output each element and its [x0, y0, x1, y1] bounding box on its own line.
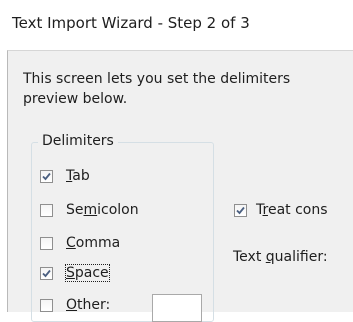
checkbox-box[interactable]: [40, 169, 53, 183]
checkbox-box[interactable]: [234, 203, 247, 217]
semicolon-label: Semicolon: [66, 202, 139, 218]
semicolon-checkbox[interactable]: Semicolon: [40, 199, 139, 221]
treat-consecutive-checkbox[interactable]: Treat cons: [234, 199, 328, 221]
space-checkbox[interactable]: Space: [40, 262, 110, 284]
intro-text: This screen lets you set the delimiters …: [23, 69, 353, 109]
title-bar: Text Import Wizard - Step 2 of 3: [0, 0, 353, 50]
text-qualifier-label: Text qualifier:: [233, 249, 328, 265]
space-label: Space: [65, 264, 110, 282]
comma-label: Comma: [66, 235, 121, 251]
checkbox-box[interactable]: [40, 203, 53, 217]
delimiters-group-label: Delimiters: [38, 132, 118, 150]
treat-consecutive-label: Treat cons: [256, 202, 328, 218]
checkmark-icon: [236, 206, 245, 214]
other-delimiter-input[interactable]: [152, 294, 202, 322]
tab-checkbox[interactable]: Tab: [40, 165, 90, 187]
tab-label: Tab: [66, 168, 90, 184]
other-label: Other:: [66, 297, 111, 313]
checkmark-icon: [42, 172, 51, 180]
window-title: Text Import Wizard - Step 2 of 3: [12, 14, 250, 32]
checkbox-box[interactable]: [40, 266, 53, 280]
comma-checkbox[interactable]: Comma: [40, 232, 120, 254]
checkmark-icon: [42, 269, 51, 277]
checkbox-box[interactable]: [40, 236, 53, 250]
intro-line-2: preview below.: [23, 91, 128, 107]
intro-line-1: This screen lets you set the delimiters: [23, 71, 291, 87]
other-checkbox[interactable]: Other:: [40, 294, 110, 316]
checkbox-box[interactable]: [40, 298, 53, 312]
